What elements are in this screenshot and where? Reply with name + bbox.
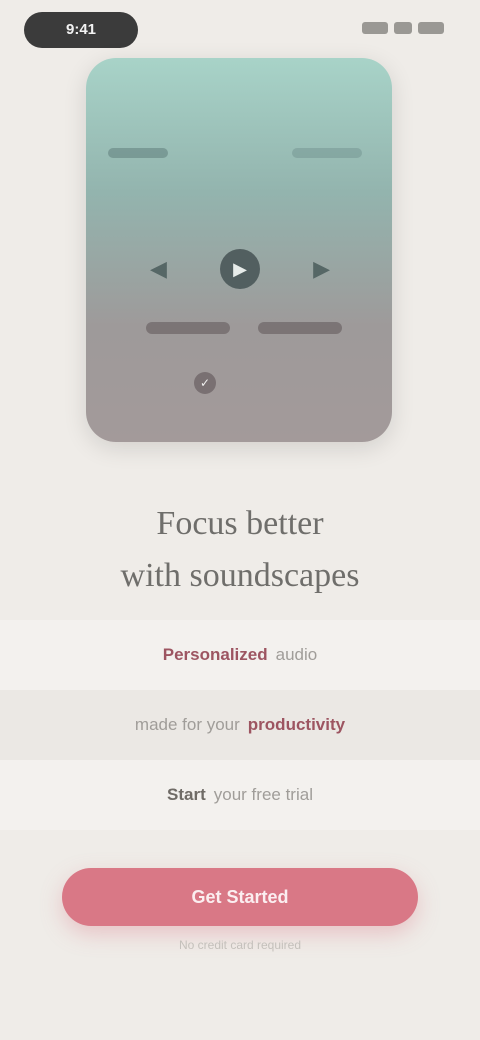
title-line-1: Focus better (156, 505, 324, 542)
hero-bar (146, 322, 230, 334)
signal-icon (362, 22, 388, 34)
hero-illustration: ◀ ▶ ▶ ✓ (86, 58, 392, 442)
title-line-2: with soundscapes (120, 557, 360, 594)
feature-highlight: productivity (247, 715, 346, 734)
cta-subtext: No credit card required (178, 938, 302, 952)
onboarding-screen: 9:41 ◀ ▶ ▶ ✓ Focus better with soundscap… (0, 0, 480, 1040)
play-icon: ▶ (220, 249, 260, 289)
wifi-icon (394, 22, 412, 34)
page-title: Focus better with soundscapes (0, 498, 480, 602)
feature-bold: Start (167, 785, 206, 804)
get-started-button[interactable]: Get Started (62, 868, 418, 926)
status-time: 9:41 (24, 12, 138, 48)
check-icon: ✓ (194, 372, 216, 394)
hero-bars (146, 322, 342, 334)
feature-item: made for your productivity (0, 690, 480, 760)
hero-top-line (108, 148, 168, 158)
feature-item: Personalized audio (0, 620, 480, 690)
feature-text: audio (275, 645, 318, 664)
status-bar: 9:41 (0, 0, 480, 62)
feature-highlight: Personalized (162, 645, 268, 664)
hero-bar (258, 322, 342, 334)
battery-icon (418, 22, 444, 34)
player-controls: ◀ ▶ ▶ (150, 244, 330, 294)
next-icon: ▶ (313, 256, 330, 281)
feature-list: Personalized audio made for your product… (0, 620, 480, 830)
status-icons (362, 22, 444, 34)
feature-text: your free trial (213, 785, 313, 804)
previous-icon: ◀ (150, 256, 167, 281)
feature-text: made for your (134, 715, 240, 734)
hero-top-line (292, 148, 362, 158)
feature-item: Start your free trial (0, 760, 480, 830)
